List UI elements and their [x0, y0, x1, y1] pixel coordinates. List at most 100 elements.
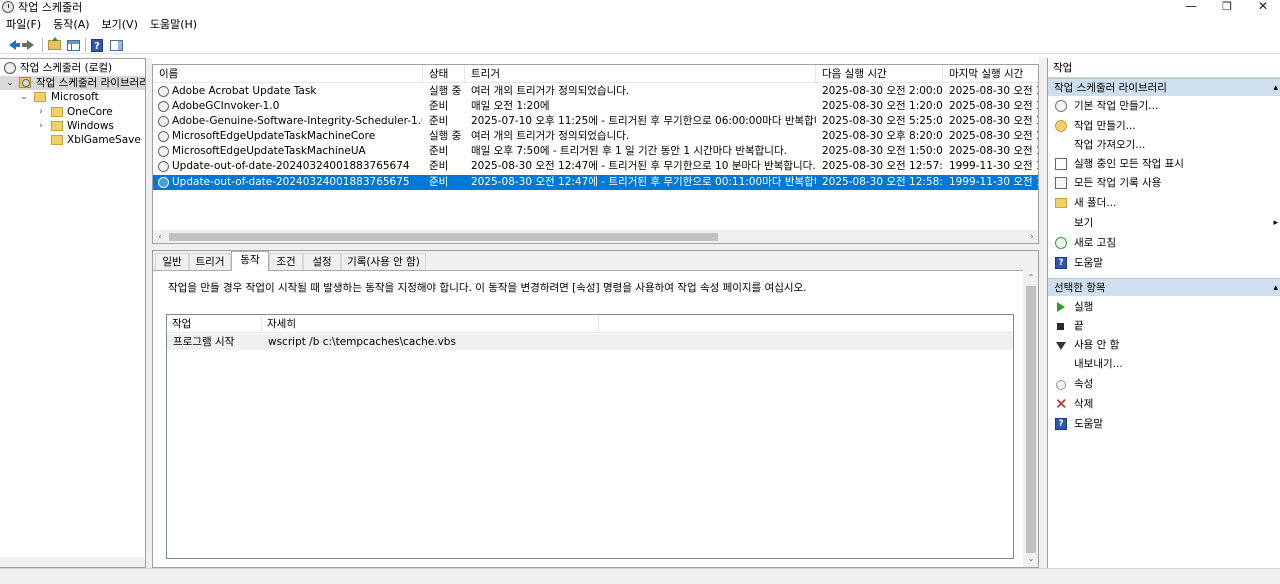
column-header-empty: [599, 315, 1013, 333]
task-name: MicrosoftEdgeUpdateTaskMachineCore: [172, 130, 376, 142]
column-header-last-run-time[interactable]: 마지막 실행 시간: [943, 65, 1038, 83]
action-refresh[interactable]: 새로 고침: [1048, 234, 1280, 252]
detail-vertical-scrollbar[interactable]: ⌃ ⌄: [1023, 270, 1038, 567]
action-label: 기본 작업 만들기...: [1074, 100, 1159, 112]
menu-action[interactable]: 동작(A): [47, 16, 95, 34]
task-scheduler-window: 작업 스케줄러 — ❐ ✕ 파일(F) 동작(A) 보기(V) 도움말(H) ?…: [0, 0, 1280, 584]
task-row[interactable]: Adobe-Genuine-Software-Integrity-Schedul…: [153, 114, 1038, 129]
forward-arrow-icon: [21, 40, 34, 50]
action-label: 삭제: [1074, 398, 1094, 410]
run-icon: [1057, 302, 1065, 312]
action-import-task[interactable]: 작업 가져오기...: [1048, 136, 1280, 154]
column-header-next-run-time[interactable]: 다음 실행 시간: [816, 65, 943, 83]
end-icon: [1057, 323, 1064, 330]
action-create-basic-task[interactable]: 기본 작업 만들기...: [1048, 97, 1280, 115]
actions-pane: 작업 작업 스케줄러 라이브러리 ▴ 기본 작업 만들기... 작업 만들기..…: [1047, 58, 1280, 568]
collapse-toggle[interactable]: ⌄: [19, 90, 29, 104]
task-icon: [158, 146, 169, 157]
scroll-up-arrow-icon[interactable]: ⌃: [1024, 271, 1038, 285]
restore-button[interactable]: ❐: [1212, 0, 1242, 15]
action-disable[interactable]: 사용 안 함: [1048, 336, 1280, 354]
task-detail-pane: 일반 트리거 동작 조건 설정 기록(사용 안 함) 작업을 만들 경우 작업이…: [152, 250, 1039, 568]
action-view[interactable]: 보기 ▸: [1048, 214, 1280, 232]
column-header-name[interactable]: 이름: [153, 65, 423, 83]
column-header-action[interactable]: 작업: [167, 315, 262, 333]
folder-icon: [51, 107, 63, 117]
task-trigger: 2025-07-10 오후 11:25에 - 트리거된 후 무기한으로 06:0…: [471, 115, 816, 127]
task-row[interactable]: AdobeGCInvoker-1.0 준비 매일 오전 1:20에 2025-0…: [153, 99, 1038, 114]
collapse-icon[interactable]: ▴: [1273, 279, 1278, 297]
column-header-status[interactable]: 상태: [423, 65, 465, 83]
tree-item-onecore[interactable]: › OneCore: [0, 105, 145, 119]
task-row[interactable]: MicrosoftEdgeUpdateTaskMachineUA 준비 매일 오…: [153, 144, 1038, 159]
tab-actions[interactable]: 동작: [231, 251, 269, 271]
tree-item-task-scheduler-local[interactable]: 작업 스케줄러 (로컬): [0, 61, 145, 75]
task-row[interactable]: MicrosoftEdgeUpdateTaskMachineCore 실행 중 …: [153, 129, 1038, 144]
tab-settings[interactable]: 설정: [303, 253, 341, 270]
collapse-toggle[interactable]: ⌄: [5, 76, 15, 90]
task-list-horizontal-scrollbar[interactable]: ‹ ›: [153, 230, 1038, 243]
task-trigger: 2025-08-30 오전 12:47에 - 트리거된 후 무기한으로 10 분…: [471, 160, 816, 172]
task-scheduler-app-icon: [2, 1, 14, 13]
minimize-button[interactable]: —: [1176, 0, 1206, 15]
up-one-level-button[interactable]: [46, 37, 62, 53]
scroll-left-arrow-icon[interactable]: ‹: [153, 230, 167, 243]
action-label: 도움말: [1074, 257, 1103, 269]
task-row[interactable]: Adobe Acrobat Update Task 실행 중 여러 개의 트리거…: [153, 84, 1038, 99]
back-button[interactable]: [4, 37, 20, 53]
action-label: 작업 가져오기...: [1074, 139, 1146, 151]
task-row-selected[interactable]: Update-out-of-date-20240324001883765675 …: [153, 175, 1038, 190]
tree-item-label: 작업 스케줄러 (로컬): [20, 62, 113, 74]
tab-general[interactable]: 일반: [155, 253, 189, 270]
display-running-tasks-icon: [1055, 158, 1067, 170]
scrollbar-thumb[interactable]: [169, 233, 718, 241]
action-display-running-tasks[interactable]: 실행 중인 모든 작업 표시: [1048, 155, 1280, 173]
expand-toggle[interactable]: ›: [36, 119, 46, 133]
scroll-right-arrow-icon[interactable]: ›: [1025, 230, 1038, 243]
action-label: 작업 만들기...: [1074, 120, 1136, 132]
action-help[interactable]: ? 도움말: [1048, 254, 1280, 272]
action-create-task[interactable]: 작업 만들기...: [1048, 117, 1280, 135]
close-button[interactable]: ✕: [1248, 0, 1278, 15]
forward-button[interactable]: [21, 37, 38, 53]
tab-conditions[interactable]: 조건: [269, 253, 303, 270]
tree-item-xblgamesave[interactable]: XblGameSave: [0, 133, 145, 147]
tree-horizontal-scrollbar[interactable]: [0, 557, 145, 567]
task-next-run: 2025-08-30 오전 1:50:05: [822, 145, 943, 157]
task-row[interactable]: Update-out-of-date-20240324001883765674 …: [153, 159, 1038, 174]
action-export[interactable]: 내보내기...: [1048, 355, 1280, 373]
show-hide-console-tree-button[interactable]: [65, 37, 81, 53]
task-last-run: 2025-08-30 오전 12: [949, 130, 1038, 142]
right-splitter[interactable]: [1039, 58, 1047, 568]
task-status: 준비: [429, 176, 449, 188]
action-end[interactable]: 끝: [1048, 317, 1280, 335]
tree-item-microsoft[interactable]: ⌄ Microsoft: [0, 90, 145, 104]
menu-file[interactable]: 파일(F): [0, 16, 47, 34]
action-help-selected[interactable]: ? 도움말: [1048, 415, 1280, 433]
menu-view[interactable]: 보기(V): [96, 16, 144, 34]
collapse-icon[interactable]: ▴: [1273, 79, 1278, 97]
task-list: 이름 상태 트리거 다음 실행 시간 마지막 실행 시간 Adobe Acrob…: [152, 64, 1039, 244]
column-header-details[interactable]: 자세히: [262, 315, 599, 333]
expand-toggle[interactable]: ›: [36, 105, 46, 119]
action-row[interactable]: 프로그램 시작 wscript /b c:\tempcaches\cache.v…: [167, 334, 1013, 350]
show-hide-action-pane-button[interactable]: [108, 37, 124, 53]
section-header-selected-item[interactable]: 선택한 항목 ▴: [1048, 278, 1280, 296]
action-enable-all-history[interactable]: 모든 작업 기록 사용: [1048, 174, 1280, 192]
action-properties[interactable]: 속성: [1048, 375, 1280, 393]
scrollbar-thumb[interactable]: [1026, 286, 1036, 553]
action-new-folder[interactable]: 새 폴더...: [1048, 194, 1280, 212]
menu-help[interactable]: 도움말(H): [144, 16, 203, 34]
tab-triggers[interactable]: 트리거: [189, 253, 231, 270]
action-delete[interactable]: ✕ 삭제: [1048, 395, 1280, 413]
scroll-down-arrow-icon[interactable]: ⌄: [1024, 552, 1038, 566]
section-header-task-scheduler-library[interactable]: 작업 스케줄러 라이브러리 ▴: [1048, 78, 1280, 96]
help-button[interactable]: ?: [89, 37, 105, 53]
action-run[interactable]: 실행: [1048, 298, 1280, 316]
column-header-trigger[interactable]: 트리거: [465, 65, 816, 83]
task-next-run: 2025-08-30 오전 12:57:00: [822, 160, 943, 172]
tree-item-windows[interactable]: › Windows: [0, 119, 145, 133]
tab-history-disabled[interactable]: 기록(사용 안 함): [341, 253, 426, 270]
actions-tab-content: 작업을 만들 경우 작업이 시작될 때 발생하는 동작을 지정해야 합니다. 이…: [153, 270, 1023, 567]
tree-item-task-scheduler-library[interactable]: ⌄ 작업 스케줄러 라이브러리: [0, 76, 145, 90]
